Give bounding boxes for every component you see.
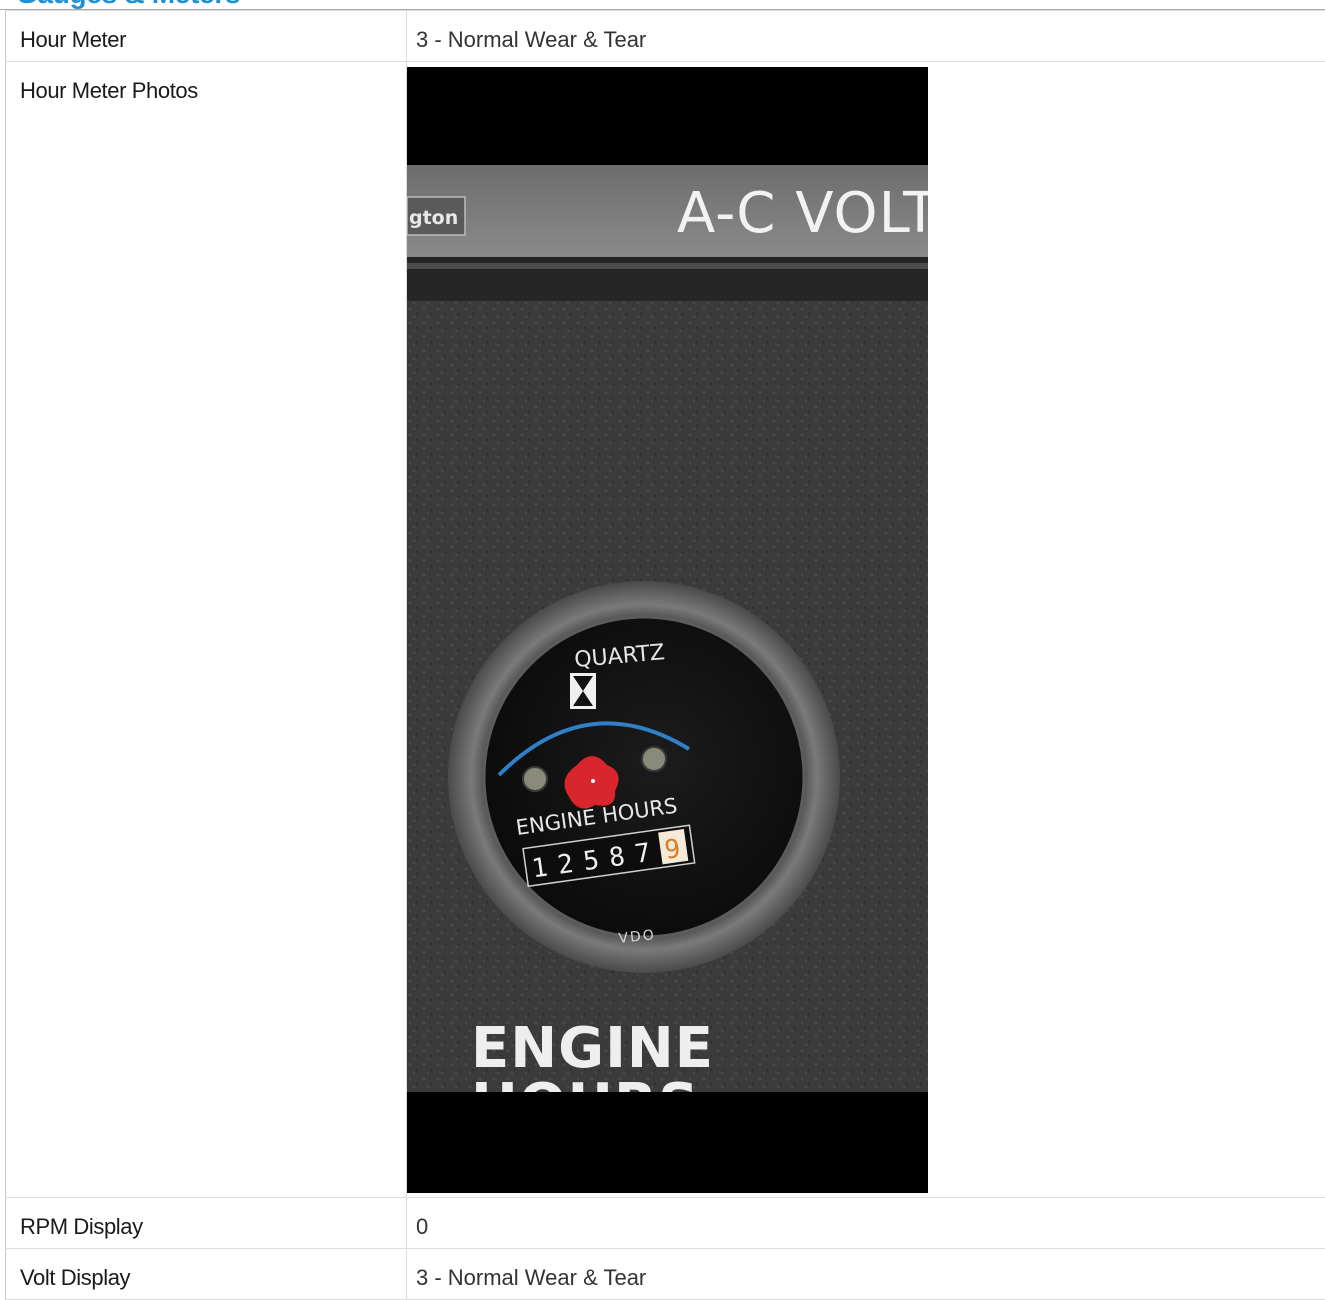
letterbox-bottom xyxy=(407,1092,928,1193)
row-label: RPM Display xyxy=(6,1198,406,1240)
label-cell: RPM Display xyxy=(6,1198,407,1249)
row-value: 0 xyxy=(407,1198,1325,1240)
row-label: Volt Display xyxy=(6,1249,406,1291)
label-cell: Hour Meter xyxy=(6,11,407,62)
row-value: 3 - Normal Wear & Tear xyxy=(407,11,1325,53)
table-row-hour-meter-photos: Hour Meter Photos xyxy=(6,62,1325,1198)
table-row-rpm-display: RPM Display 0 xyxy=(6,1198,1325,1249)
value-cell: 3 - Normal Wear & Tear xyxy=(407,11,1325,62)
value-cell: 0 xyxy=(407,1198,1325,1249)
table-row-volt-display: Volt Display 3 - Normal Wear & Tear xyxy=(6,1249,1325,1300)
nameplate-right-text: A-C VOLT xyxy=(677,181,928,246)
label-cell: Hour Meter Photos xyxy=(6,62,407,1198)
nameplate-left-text: gton xyxy=(409,207,458,229)
table-row-hour-meter: Hour Meter 3 - Normal Wear & Tear xyxy=(6,11,1325,62)
row-label: Hour Meter xyxy=(6,11,406,53)
screw-icon xyxy=(642,747,666,771)
row-value: 3 - Normal Wear & Tear xyxy=(407,1249,1325,1291)
section-title: Gauges & Meters xyxy=(16,0,240,10)
row-label: Hour Meter Photos xyxy=(6,62,406,104)
value-cell: 3 - Normal Wear & Tear xyxy=(407,1249,1325,1300)
letterbox-top xyxy=(407,67,928,165)
photo-illustration: gton A-C VOLT QUARTZ xyxy=(407,67,928,1193)
inspection-table: Hour Meter 3 - Normal Wear & Tear Hour M… xyxy=(5,10,1325,1300)
section-header: Gauges & Meters xyxy=(0,0,1325,10)
hour-meter-photo[interactable]: gton A-C VOLT QUARTZ xyxy=(407,67,928,1193)
label-cell: Volt Display xyxy=(6,1249,407,1300)
screw-icon xyxy=(523,767,547,791)
value-cell: gton A-C VOLT QUARTZ xyxy=(407,62,1325,1198)
